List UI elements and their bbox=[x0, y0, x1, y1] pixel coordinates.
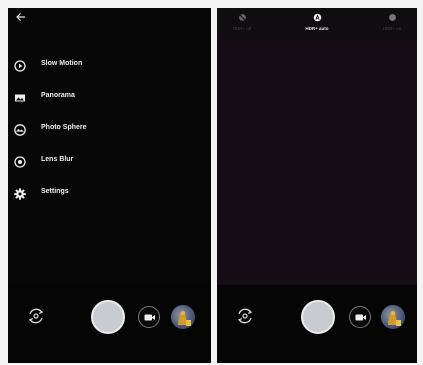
gallery-thumbnail[interactable] bbox=[381, 305, 405, 329]
menu-label: Panorama bbox=[41, 92, 75, 99]
menu-label: Settings bbox=[41, 188, 69, 195]
video-camera-icon bbox=[144, 314, 155, 321]
menu-label: Slow Motion bbox=[41, 60, 83, 67]
hdr-options-bar: HDR+ off HDR+ auto HDR+ on bbox=[217, 8, 417, 40]
camera-controls bbox=[8, 285, 211, 363]
menu-item-slow-motion[interactable]: Slow Motion bbox=[8, 53, 211, 79]
back-button[interactable] bbox=[12, 10, 30, 26]
hdr-label: HDR+ on bbox=[382, 26, 402, 31]
switch-camera-button[interactable] bbox=[25, 305, 47, 327]
hdr-option-auto[interactable]: HDR+ auto bbox=[292, 13, 342, 31]
hdr-label: HDR+ off bbox=[232, 26, 252, 31]
hdr-label: HDR+ auto bbox=[305, 26, 329, 31]
hdr-option-on[interactable]: HDR+ on bbox=[367, 13, 417, 31]
gallery-thumbnail[interactable] bbox=[171, 305, 195, 329]
shutter-button[interactable] bbox=[301, 300, 335, 334]
hdr-off-icon bbox=[238, 13, 246, 22]
switch-camera-icon bbox=[28, 308, 44, 324]
shutter-button[interactable] bbox=[91, 300, 125, 334]
thumbnail-image bbox=[178, 310, 191, 326]
hdr-option-off[interactable]: HDR+ off bbox=[217, 13, 267, 31]
menu-label: Photo Sphere bbox=[41, 124, 87, 131]
hdr-auto-icon bbox=[313, 13, 321, 22]
camera-hdr-screen: HDR+ off HDR+ auto HDR+ on bbox=[217, 8, 417, 363]
switch-camera-button[interactable] bbox=[234, 305, 256, 327]
slow-motion-icon bbox=[14, 60, 26, 72]
photo-sphere-icon bbox=[14, 124, 26, 136]
menu-item-photo-sphere[interactable]: Photo Sphere bbox=[8, 117, 211, 143]
menu-item-panorama[interactable]: Panorama bbox=[8, 85, 211, 111]
thumbnail-image bbox=[388, 310, 401, 326]
panorama-icon bbox=[15, 94, 25, 102]
video-mode-button[interactable] bbox=[138, 306, 160, 328]
lens-blur-icon bbox=[14, 156, 26, 168]
video-mode-button[interactable] bbox=[349, 306, 371, 328]
video-camera-icon bbox=[355, 314, 366, 321]
hdr-on-icon bbox=[388, 14, 396, 21]
gear-icon bbox=[14, 188, 26, 200]
menu-item-lens-blur[interactable]: Lens Blur bbox=[8, 149, 211, 175]
menu-item-settings[interactable]: Settings bbox=[8, 181, 211, 207]
camera-controls bbox=[217, 285, 417, 363]
switch-camera-icon bbox=[237, 308, 253, 324]
camera-menu-screen: Slow Motion Panorama Photo Sphere Lens B… bbox=[8, 8, 211, 363]
viewfinder[interactable] bbox=[217, 40, 417, 285]
arrow-left-icon bbox=[16, 13, 25, 21]
menu-label: Lens Blur bbox=[41, 156, 74, 163]
